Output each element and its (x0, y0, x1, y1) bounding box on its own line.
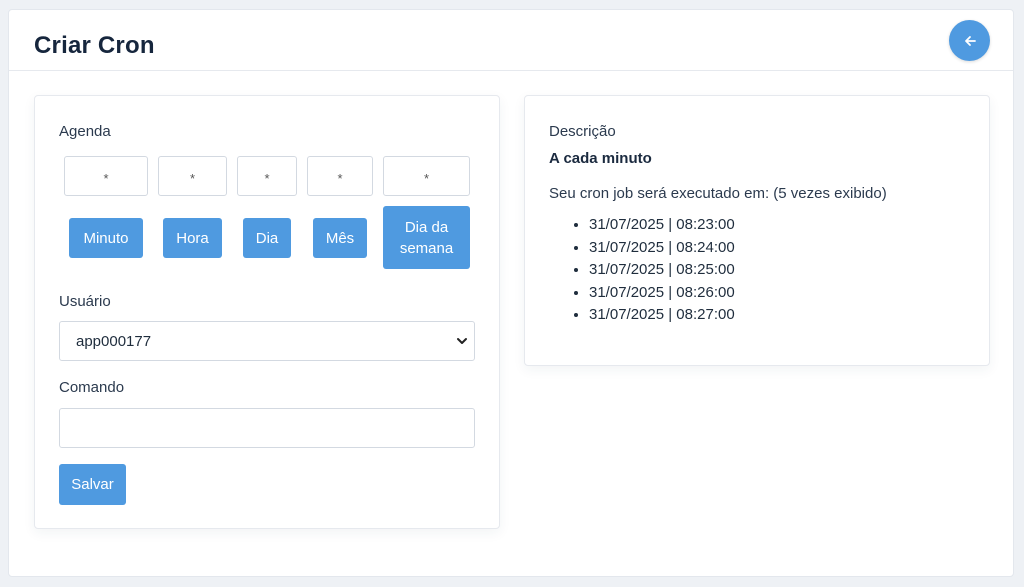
page-title: Criar Cron (34, 32, 155, 59)
run-list: 31/07/2025 | 08:23:00 31/07/2025 | 08:24… (549, 214, 735, 327)
command-label: Comando (59, 379, 125, 396)
page-card: Criar Cron Agenda Minuto Hora Dia Mês Di… (8, 9, 1014, 577)
user-select-value: app000177 (76, 332, 152, 350)
hour-button[interactable]: Hora (163, 218, 222, 258)
description-panel: Descrição A cada minuto Seu cron job ser… (524, 95, 990, 366)
list-item: 31/07/2025 | 08:24:00 (589, 237, 735, 260)
minute-button[interactable]: Minuto (69, 218, 143, 258)
chevron-down-icon (457, 338, 467, 344)
command-input[interactable] (59, 408, 475, 448)
list-item: 31/07/2025 | 08:25:00 (589, 259, 735, 282)
weekday-button[interactable]: Dia da semana (383, 206, 470, 269)
description-label: Descrição (549, 123, 616, 140)
schedule-label: Agenda (59, 123, 111, 140)
schedule-summary: A cada minuto (549, 150, 652, 167)
hour-input[interactable] (158, 156, 227, 196)
save-button[interactable]: Salvar (59, 464, 126, 505)
day-button[interactable]: Dia (243, 218, 291, 258)
user-label: Usuário (59, 293, 111, 310)
runs-info: Seu cron job será executado em: (5 vezes… (549, 185, 887, 202)
minute-input[interactable] (64, 156, 148, 196)
list-item: 31/07/2025 | 08:27:00 (589, 304, 735, 327)
user-select[interactable]: app000177 (59, 321, 475, 361)
list-item: 31/07/2025 | 08:26:00 (589, 282, 735, 305)
arrow-left-icon (964, 35, 976, 46)
page-header: Criar Cron (9, 10, 1013, 71)
list-item: 31/07/2025 | 08:23:00 (589, 214, 735, 237)
month-input[interactable] (307, 156, 373, 196)
month-button[interactable]: Mês (313, 218, 367, 258)
day-input[interactable] (237, 156, 297, 196)
cron-form-panel: Agenda Minuto Hora Dia Mês Dia da semana… (34, 95, 500, 529)
back-button[interactable] (949, 20, 990, 61)
weekday-input[interactable] (383, 156, 470, 196)
